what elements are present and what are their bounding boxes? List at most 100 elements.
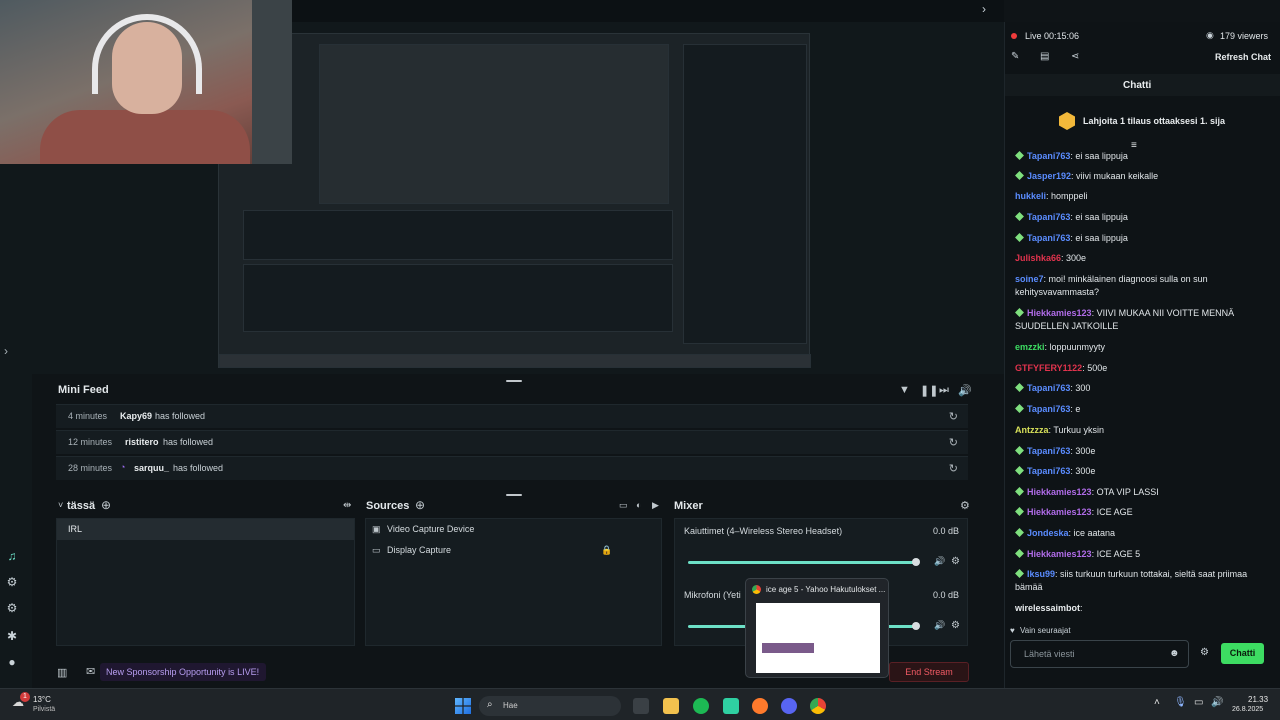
refresh-chat-button[interactable]: Refresh Chat xyxy=(1215,52,1271,62)
replay-icon[interactable]: ↻ xyxy=(949,462,958,475)
chat-username[interactable]: hukkeli xyxy=(1015,191,1046,201)
docks-splitter-handle[interactable] xyxy=(506,494,522,496)
add-scene-icon[interactable]: ⊕ xyxy=(101,498,111,512)
taskbar-search-box[interactable]: ⌕ Hae xyxy=(479,696,621,716)
mixer-mute-icon[interactable]: 🔊 xyxy=(934,556,945,567)
stream-preview[interactable] xyxy=(218,33,811,368)
chat-username[interactable]: Tapani763 xyxy=(1027,446,1070,456)
rail-settings-icon[interactable]: ⚙ xyxy=(4,574,20,590)
store-icon[interactable]: ▤ xyxy=(1040,51,1049,62)
chat-username[interactable]: Tapani763 xyxy=(1027,233,1070,243)
chat-username[interactable]: Hiekkamies123 xyxy=(1027,507,1092,517)
gift-banner[interactable]: Lahjoita 1 tilaus ottaaksesi 1. sija xyxy=(1005,98,1280,146)
scenes-chevron-icon[interactable]: ˅ xyxy=(58,500,63,510)
mixer-volume-knob[interactable] xyxy=(912,558,920,566)
chat-message: Antzzza: Turkuu yksin xyxy=(1015,424,1270,437)
rail-settings2-icon[interactable]: ⚙ xyxy=(4,600,20,616)
chat-username[interactable]: Tapani763 xyxy=(1027,383,1070,393)
source-filter-icon[interactable]: ◐ xyxy=(636,500,641,510)
mixer-mute-icon[interactable]: 🔊 xyxy=(934,620,945,631)
chat-title: Chatti xyxy=(1123,80,1152,91)
emoji-icon[interactable]: ☻ xyxy=(1169,648,1180,659)
chat-username[interactable]: Hiekkamies123 xyxy=(1027,308,1092,318)
chrome-taskbar-icon[interactable] xyxy=(810,698,826,714)
task-view-icon[interactable] xyxy=(633,698,649,714)
speaker-icon[interactable]: 🔊 xyxy=(1211,697,1223,708)
subscriber-badge-icon xyxy=(1015,487,1024,496)
subscriber-badge-icon xyxy=(1015,212,1024,221)
scene-split-icon[interactable]: ⇹ xyxy=(343,500,351,511)
share-icon[interactable]: ⋖ xyxy=(1071,51,1079,62)
preview-nested-window xyxy=(319,44,669,204)
source-item-video[interactable]: Video Capture Device xyxy=(387,524,474,534)
mixer-volume-knob[interactable] xyxy=(912,622,920,630)
chat-text: : viivi mukaan keikalle xyxy=(1071,171,1159,181)
chat-username[interactable]: Jasper192 xyxy=(1027,171,1071,181)
chat-username[interactable]: Tapani763 xyxy=(1027,404,1070,414)
chat-settings-icon[interactable]: ⚙ xyxy=(1200,647,1209,658)
notification-icon[interactable]: ✉ xyxy=(86,665,95,678)
filter-icon[interactable]: ▼ xyxy=(899,384,910,396)
replay-icon[interactable]: ↻ xyxy=(949,436,958,449)
chat-text: : 300e xyxy=(1070,446,1096,456)
pause-icon[interactable]: ❚❚ xyxy=(920,384,938,397)
expand-chevron-icon[interactable]: › xyxy=(4,344,8,358)
browser-tab-preview[interactable]: ice age 5 - Yahoo Hakutulokset ... xyxy=(745,578,889,678)
source-item-display[interactable]: Display Capture xyxy=(387,545,451,555)
mixer-settings-icon[interactable]: ⚙ xyxy=(960,499,970,512)
chat-username[interactable]: Iksu99 xyxy=(1027,569,1055,579)
file-explorer-icon[interactable] xyxy=(663,698,679,714)
chat-username[interactable]: Hiekkamies123 xyxy=(1027,549,1092,559)
chat-username[interactable]: Tapani763 xyxy=(1027,212,1070,222)
collapse-chevron-icon[interactable]: › xyxy=(982,2,986,16)
skip-icon[interactable]: ⏭ xyxy=(939,384,949,397)
preview-nested-chat xyxy=(683,44,807,344)
feed-row: 28 minutes ◔ sarquu_ has followed ↻ xyxy=(56,456,968,480)
network-icon[interactable]: ▭ xyxy=(1194,697,1203,708)
streaming-app-icon[interactable] xyxy=(723,698,739,714)
chat-send-button[interactable]: Chatti xyxy=(1221,643,1264,664)
chat-username[interactable]: Tapani763 xyxy=(1027,466,1070,476)
volume-icon[interactable]: 🔊 xyxy=(958,384,972,397)
source-add-media-icon[interactable]: ▶ xyxy=(652,500,659,511)
chat-message: Iksu99: siis turkuun turkuun tottakai, s… xyxy=(1015,568,1270,594)
windows-start-icon[interactable] xyxy=(455,698,471,714)
preview-splitter-handle[interactable] xyxy=(506,380,522,382)
clock-date[interactable]: 26.8.2025 xyxy=(1232,706,1263,713)
replay-icon[interactable]: ↻ xyxy=(949,410,958,423)
spotify-icon[interactable] xyxy=(693,698,709,714)
chat-username[interactable]: Antzzza xyxy=(1015,425,1049,435)
lock-icon[interactable]: 🔒 xyxy=(601,545,612,556)
microphone-icon[interactable]: 🎙 xyxy=(1174,697,1187,708)
chat-input[interactable]: Lähetä viesti ☻ xyxy=(1010,640,1189,668)
subscriber-badge-icon xyxy=(1015,233,1024,242)
edit-icon[interactable]: ✎ xyxy=(1011,51,1019,62)
tray-chevron-icon[interactable]: ˄ xyxy=(1154,697,1160,708)
chat-username[interactable]: emzzki xyxy=(1015,342,1045,352)
feed-time: 4 minutes xyxy=(68,411,108,421)
scene-item-irl[interactable]: IRL xyxy=(57,519,354,540)
firefox-icon[interactable] xyxy=(752,698,768,714)
feed-action: has followed xyxy=(173,463,224,473)
end-stream-button[interactable]: End Stream xyxy=(889,662,969,682)
rail-gear-icon[interactable]: ✱ xyxy=(4,628,20,644)
chat-username[interactable]: wirelessaimbot xyxy=(1015,603,1080,613)
rail-music-icon[interactable]: ♫ xyxy=(4,548,20,564)
sponsor-banner[interactable]: New Sponsorship Opportunity is LIVE! xyxy=(100,663,266,681)
chat-username[interactable]: Hiekkamies123 xyxy=(1027,487,1092,497)
chat-username[interactable]: soine7 xyxy=(1015,274,1044,284)
rail-user-icon[interactable]: ● xyxy=(4,654,20,670)
chat-message: emzzki: loppuunmyyty xyxy=(1015,341,1270,354)
mixer-channel-settings-icon[interactable]: ⚙ xyxy=(951,620,960,631)
chat-username[interactable]: Jondeska xyxy=(1027,528,1069,538)
chat-username[interactable]: Tapani763 xyxy=(1027,151,1070,161)
discord-icon[interactable] xyxy=(781,698,797,714)
stats-icon[interactable]: ▥ xyxy=(57,666,67,679)
mixer-channel-settings-icon[interactable]: ⚙ xyxy=(951,556,960,567)
source-tool-icon[interactable]: ▭ xyxy=(619,500,628,511)
mixer-volume-slider[interactable] xyxy=(688,561,916,564)
clock-time[interactable]: 21.33 xyxy=(1248,695,1268,704)
add-source-icon[interactable]: ⊕ xyxy=(415,498,425,512)
chat-username[interactable]: Julishka66 xyxy=(1015,253,1061,263)
chat-username[interactable]: GTFYFERY1122 xyxy=(1015,363,1082,373)
